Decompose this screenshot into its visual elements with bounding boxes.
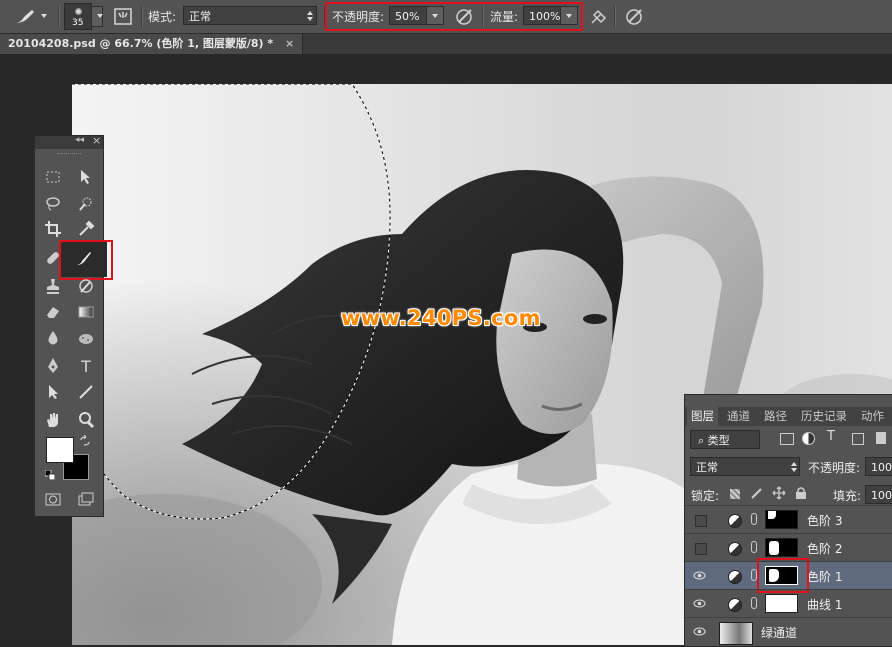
document-tab[interactable]: 20104208.psd @ 66.7% (色阶 1, 图层蒙版/8) * × — [0, 34, 304, 54]
tools-panel: ◂◂ × T — [34, 134, 113, 517]
lasso-icon[interactable] — [42, 192, 64, 214]
close-icon[interactable]: × — [285, 37, 294, 50]
layer-mask-thumbnail[interactable] — [765, 510, 798, 529]
document-title: 20104208.psd @ 66.7% (色阶 1, 图层蒙版/8) * — [8, 37, 274, 50]
eye-icon[interactable] — [693, 569, 706, 582]
crop-icon[interactable] — [42, 218, 64, 240]
tab-actions[interactable]: 动作 — [857, 407, 888, 426]
pressure-size-icon[interactable] — [624, 6, 646, 30]
search-icon: ⌕ — [698, 434, 705, 447]
opacity-flow-highlight — [325, 2, 583, 31]
layer-mask-thumbnail[interactable] — [765, 538, 798, 557]
layers-panel: 图层 通道 路径 历史记录 动作 ⌕ 类型 T 正常 不透明度: 100% 锁定… — [684, 394, 892, 646]
tab-history[interactable]: 历史记录 — [797, 407, 851, 426]
link-icon[interactable] — [751, 597, 757, 609]
mode-label: 模式: — [148, 10, 177, 24]
path-selection-icon[interactable] — [42, 381, 64, 403]
type-filter-icon[interactable]: T — [827, 429, 835, 444]
tools-panel-header[interactable]: ◂◂ × — [35, 134, 103, 149]
layer-name: 曲线 1 — [807, 598, 843, 612]
brush-panel-icon[interactable] — [113, 7, 133, 26]
default-colors-icon[interactable] — [44, 469, 56, 483]
foreground-color-front[interactable] — [46, 437, 74, 463]
layer-name: 色阶 1 — [807, 570, 843, 584]
layers-panel-tabs: 图层 通道 路径 历史记录 动作 — [685, 407, 892, 426]
brush-size-picker[interactable]: 35 — [64, 3, 92, 30]
link-icon[interactable] — [751, 513, 757, 525]
sponge-icon[interactable] — [75, 327, 97, 349]
quick-selection-icon[interactable] — [75, 192, 97, 214]
quick-mask-icon[interactable] — [42, 488, 64, 510]
blend-mode-select[interactable]: 正常 — [690, 457, 800, 476]
line-tool-icon[interactable] — [75, 381, 97, 403]
collapse-icon[interactable]: ◂◂ — [75, 135, 84, 145]
lock-transparency-icon[interactable] — [730, 489, 740, 499]
tab-layers[interactable]: 图层 — [687, 407, 718, 426]
hand-icon[interactable] — [42, 409, 64, 431]
adjustment-layer-icon — [728, 514, 742, 528]
eyedropper-icon[interactable] — [75, 218, 97, 240]
fill-label: 填充: — [833, 489, 862, 503]
brush-tip-icon — [75, 8, 82, 15]
updown-arrow-icon — [306, 10, 314, 25]
close-icon[interactable]: × — [92, 134, 101, 147]
clone-stamp-icon[interactable] — [42, 275, 64, 297]
layer-opacity-input[interactable]: 100% — [865, 457, 892, 476]
history-brush-icon[interactable] — [75, 275, 97, 297]
visibility-toggle[interactable] — [695, 515, 707, 527]
eye-icon[interactable] — [693, 597, 706, 610]
type-tool-icon[interactable]: T — [75, 355, 97, 377]
layer-thumbnail[interactable] — [719, 622, 753, 645]
watermark: www.240PS.com — [341, 306, 541, 330]
lock-label: 锁定: — [691, 489, 720, 503]
layer-filter-value: 类型 — [707, 434, 730, 447]
layer-opacity-label: 不透明度: — [808, 461, 861, 475]
brush-size-dropdown[interactable] — [91, 6, 103, 27]
adjustment-layer-icon — [728, 542, 742, 556]
lock-pixels-icon[interactable] — [750, 486, 764, 503]
rectangular-marquee-icon[interactable] — [42, 166, 64, 188]
updown-arrow-icon — [790, 461, 798, 476]
layer-name: 绿通道 — [761, 626, 798, 640]
pen-icon[interactable] — [42, 355, 64, 377]
chevron-down-icon[interactable] — [41, 14, 47, 18]
swap-colors-icon[interactable] — [79, 434, 91, 450]
layer-filter-select[interactable]: ⌕ 类型 — [690, 430, 760, 449]
layer-row[interactable]: 色阶 3 — [685, 505, 892, 534]
adjustment-layer-icon — [728, 570, 742, 584]
layer-mask-highlight — [757, 558, 809, 593]
eye-icon[interactable] — [693, 625, 706, 638]
image-filter-icon[interactable] — [780, 433, 794, 445]
adjustment-layer-icon — [728, 598, 742, 612]
brush-tool-highlight — [59, 240, 113, 280]
tab-paths[interactable]: 路径 — [760, 407, 791, 426]
grip-handle[interactable] — [57, 153, 81, 156]
layer-row[interactable]: 曲线 1 — [685, 589, 892, 618]
eraser-icon[interactable] — [42, 301, 64, 323]
gradient-icon[interactable] — [75, 301, 97, 323]
mode-select[interactable]: 正常 — [183, 6, 317, 25]
brush-preset-icon[interactable] — [14, 7, 38, 27]
document-tab-bar: 20104208.psd @ 66.7% (色阶 1, 图层蒙版/8) * × — [0, 34, 892, 54]
visibility-toggle[interactable] — [695, 543, 707, 555]
screen-mode-icon[interactable] — [75, 488, 97, 510]
fill-input[interactable]: 100% — [865, 485, 892, 504]
tab-channels[interactable]: 通道 — [723, 407, 754, 426]
adjustment-filter-icon[interactable] — [802, 432, 815, 445]
layer-name: 色阶 2 — [807, 542, 843, 556]
link-icon[interactable] — [751, 541, 757, 553]
lock-all-icon[interactable] — [795, 486, 807, 503]
options-bar: 35 模式: 正常 不透明度: 50% 流量: 100% — [0, 0, 892, 34]
smart-object-filter-icon[interactable] — [876, 432, 886, 444]
layer-row[interactable]: 绿通道 — [685, 617, 892, 647]
layer-name: 色阶 3 — [807, 514, 843, 528]
zoom-icon[interactable] — [75, 409, 97, 431]
blur-drop-icon[interactable] — [42, 327, 64, 349]
layer-mask-thumbnail[interactable] — [765, 594, 798, 613]
shape-filter-icon[interactable] — [852, 433, 864, 445]
airbrush-icon[interactable] — [589, 6, 611, 30]
move-tool-icon[interactable] — [75, 166, 97, 188]
brush-size-value: 35 — [72, 18, 84, 28]
lock-position-icon[interactable] — [772, 486, 786, 503]
